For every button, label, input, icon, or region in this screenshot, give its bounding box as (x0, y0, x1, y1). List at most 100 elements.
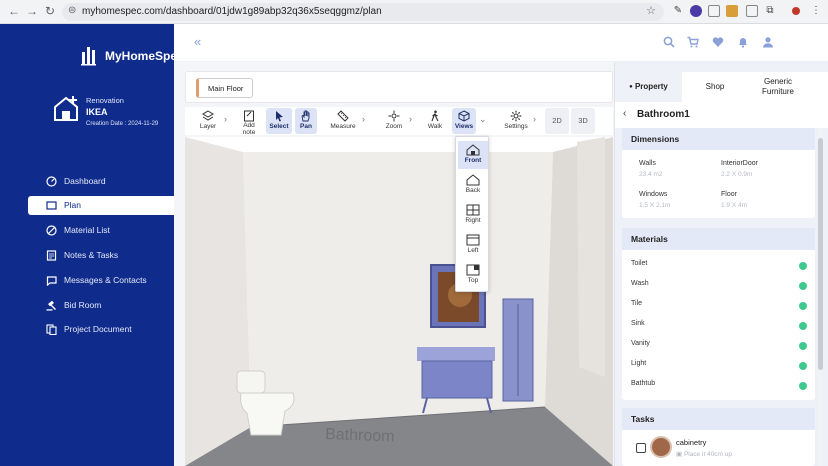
view-right-option[interactable]: Right (458, 201, 488, 229)
view-left-option[interactable]: Left (458, 231, 488, 259)
cursor-icon (276, 111, 283, 122)
tab-generic-label: Generic Furniture (761, 77, 794, 96)
address-bar[interactable]: ⊜ myhomespec.com/dashboard/01jdw1g89abp3… (62, 3, 664, 21)
status-dot-icon (799, 302, 807, 310)
front-view-icon (466, 144, 480, 156)
tab-property[interactable]: ● Property (615, 72, 682, 102)
mode-3d-label: 3D (578, 116, 588, 125)
sidebar-item-label: Material List (64, 225, 110, 235)
views-dropdown: Front Back Right Left Top (455, 136, 489, 292)
sidebar-item-label: Bid Room (64, 300, 102, 310)
zoom-button[interactable]: Zoom (382, 108, 406, 134)
extension-avatar-icon[interactable] (690, 5, 702, 17)
material-name: Bathtub (631, 380, 656, 387)
add-note-button[interactable]: Add note (237, 108, 261, 136)
sidebar-item-notes-tasks[interactable]: Notes & Tasks (28, 246, 174, 265)
add-note-label: Add note (242, 122, 256, 136)
sidebar-item-dashboard[interactable]: Dashboard (28, 172, 174, 191)
sidebar-item-label: Messages & Contacts (64, 275, 147, 285)
3d-viewport[interactable]: Bathroom (185, 137, 613, 466)
profile-icon[interactable] (792, 7, 800, 15)
material-name: Toilet (631, 260, 648, 267)
views-button[interactable]: Views (452, 108, 476, 134)
material-item[interactable]: Vanity (631, 340, 807, 352)
project-name: IKEA (86, 107, 108, 117)
chevron-down-icon[interactable]: ⌄ (479, 114, 487, 125)
panel-tabs: ● Property Shop Generic Furniture (615, 72, 828, 102)
sidebar-item-bid-room[interactable]: Bid Room (28, 296, 174, 315)
document-icon (46, 324, 57, 335)
material-item[interactable]: Light (631, 360, 807, 372)
reload-icon[interactable]: ↻ (42, 3, 58, 19)
view-back-option[interactable]: Back (458, 171, 488, 199)
room-header: ‹ Bathroom1 (615, 102, 828, 128)
sidebar-item-project-document[interactable]: Project Document (28, 320, 174, 339)
mode-3d-button[interactable]: 3D (571, 108, 595, 134)
scrollbar-thumb[interactable] (818, 138, 823, 370)
view-front-option[interactable]: Front (458, 141, 488, 169)
bookmark-star-icon[interactable]: ☆ (646, 4, 656, 17)
pan-label: Pan (300, 123, 312, 130)
heart-icon[interactable] (712, 36, 724, 48)
back-arrow-icon[interactable]: ← (6, 3, 22, 19)
extensions-puzzle-icon[interactable]: ⧉ (764, 5, 776, 17)
pan-button[interactable]: Pan (295, 108, 317, 134)
task-note-text: Place it 40cm up (683, 451, 733, 458)
forward-arrow-icon[interactable]: → (24, 3, 40, 19)
measure-button[interactable]: Measure (328, 108, 358, 134)
status-dot-icon (799, 382, 807, 390)
material-item[interactable]: Toilet (631, 260, 807, 272)
tab-shop[interactable]: Shop (682, 72, 748, 102)
bell-icon[interactable] (737, 36, 749, 48)
mode-2d-button[interactable]: 2D (545, 108, 569, 134)
browser-menu-icon[interactable]: ⋮ (810, 5, 822, 17)
top-view-icon (466, 264, 480, 276)
dashboard-icon (46, 176, 57, 187)
pen-extension-icon[interactable]: ✎ (672, 5, 684, 17)
settings-button[interactable]: Settings (501, 108, 531, 134)
material-icon (46, 225, 57, 236)
floor-tab-main[interactable]: Main Floor (196, 78, 254, 98)
add-home-icon[interactable] (52, 94, 80, 122)
material-item[interactable]: Sink (631, 320, 807, 332)
avatar (650, 436, 672, 458)
material-item[interactable]: Tile (631, 300, 807, 312)
project-creation-date: Creation Date : 2024-11-29 (86, 121, 159, 127)
layer-button[interactable]: Layer (195, 108, 221, 134)
back-chevron-icon[interactable]: ‹ (623, 108, 626, 119)
tab-generic-furniture[interactable]: Generic Furniture (748, 72, 808, 102)
bid-icon (46, 300, 56, 311)
task-checkbox[interactable] (636, 443, 646, 453)
select-button[interactable]: Select (266, 108, 292, 134)
extension-doc-icon[interactable] (708, 5, 720, 17)
panel-scrollbar[interactable] (818, 128, 823, 466)
sidebar-item-label: Project Document (64, 324, 132, 334)
cart-icon[interactable] (687, 36, 699, 48)
windows-value: 1.5 X 2.1m (639, 202, 671, 209)
extension-badge-icon[interactable] (726, 5, 738, 17)
site-info-icon[interactable]: ⊜ (68, 5, 76, 16)
windows-label: Windows (639, 191, 668, 198)
status-dot-icon (799, 282, 807, 290)
messages-icon (46, 276, 57, 286)
sidebar-item-material-list[interactable]: Material List (28, 221, 174, 240)
view-top-option[interactable]: Top (458, 261, 488, 289)
url-path: /dashboard/01jdw1g89abp32q36x5seqggmz/pl… (163, 6, 382, 17)
task-title[interactable]: cabinetry (676, 438, 706, 447)
material-name: Tile (631, 300, 643, 307)
material-item[interactable]: Bathtub (631, 380, 807, 392)
collapse-sidebar-icon[interactable]: « (194, 34, 201, 49)
mode-2d-label: 2D (552, 116, 562, 125)
floor-room-label: Bathroom (325, 426, 395, 445)
walk-label: Walk (427, 123, 443, 130)
search-icon[interactable] (663, 36, 675, 48)
sidebar-item-messages-contacts[interactable]: Messages & Contacts (28, 271, 174, 290)
walk-button[interactable]: Walk (423, 108, 447, 134)
sidebar-item-plan[interactable]: Plan (28, 196, 174, 215)
extension-calendar-icon[interactable] (746, 5, 758, 17)
material-item[interactable]: Wash (631, 280, 807, 292)
chevron-right-icon: › (409, 114, 412, 124)
status-dot-icon (799, 362, 807, 370)
user-profile-icon[interactable] (762, 36, 774, 48)
notes-icon (46, 250, 57, 261)
